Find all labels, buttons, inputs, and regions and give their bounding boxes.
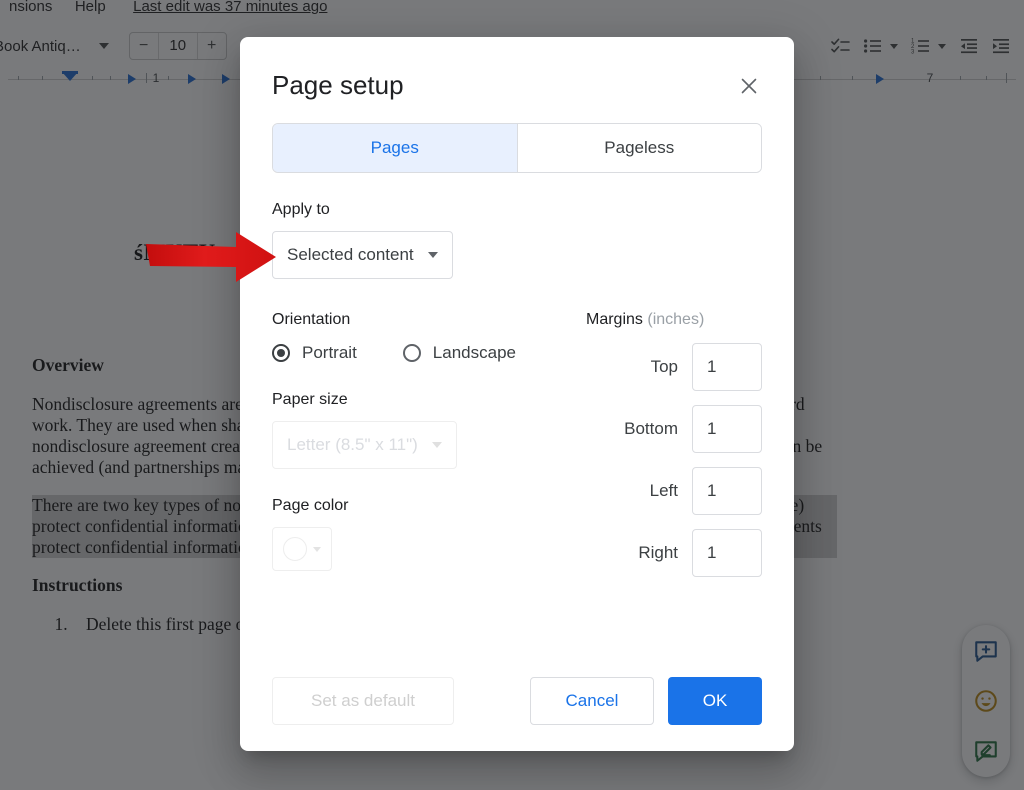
settings-columns: Orientation Portrait Landscape Paper siz…	[272, 283, 762, 577]
set-as-default-button: Set as default	[272, 677, 454, 725]
orientation-radio-group: Portrait Landscape	[272, 343, 572, 363]
radio-landscape-indicator[interactable]	[402, 344, 421, 362]
tab-pages[interactable]: Pages	[273, 124, 518, 172]
layout-mode-tabs: Pages Pageless	[272, 123, 762, 173]
margins-title-text: Margins	[586, 311, 643, 328]
paper-size-label: Paper size	[272, 391, 348, 408]
margin-left-label: Left	[649, 481, 678, 500]
margin-row-bottom: Bottom 1	[586, 405, 762, 453]
margins-title: Margins (inches)	[586, 311, 762, 329]
orientation-label: Orientation	[272, 311, 351, 328]
margins-column: Margins (inches) Top 1 Bottom 1 Left 1 R…	[572, 283, 762, 577]
radio-portrait-label: Portrait	[302, 343, 357, 362]
apply-to-dropdown[interactable]: Selected content	[272, 231, 453, 279]
radio-portrait-indicator[interactable]	[272, 344, 290, 362]
apply-to-value: Selected content	[287, 245, 414, 264]
margin-left-input[interactable]: 1	[692, 467, 762, 515]
margin-row-right: Right 1	[586, 529, 762, 577]
close-icon[interactable]	[736, 73, 762, 99]
page-setup-dialog: Page setup Pages Pageless Apply to Selec…	[240, 37, 794, 751]
chevron-down-icon	[313, 546, 321, 552]
radio-landscape-label: Landscape	[432, 343, 516, 362]
margin-row-left: Left 1	[586, 467, 762, 515]
tab-pageless[interactable]: Pageless	[517, 124, 761, 172]
ok-button[interactable]: OK	[668, 677, 762, 725]
page-color-picker	[272, 527, 332, 571]
color-swatch-circle	[283, 537, 307, 561]
margin-right-label: Right	[638, 543, 678, 562]
dialog-title: Page setup	[272, 70, 404, 100]
footer-actions: Cancel OK	[530, 677, 762, 725]
screen: nsions Help Last edit was 37 minutes ago…	[0, 0, 1024, 790]
margin-top-input[interactable]: 1	[692, 343, 762, 391]
margin-row-top: Top 1	[586, 343, 762, 391]
dialog-body: Pages Pageless Apply to Selected content…	[240, 123, 794, 577]
apply-to-label: Apply to	[272, 201, 330, 218]
margin-bottom-label: Bottom	[624, 419, 678, 438]
cancel-button[interactable]: Cancel	[530, 677, 654, 725]
margin-right-input[interactable]: 1	[692, 529, 762, 577]
margins-unit-text: (inches)	[647, 311, 705, 328]
chevron-down-icon	[427, 252, 438, 258]
radio-portrait[interactable]: Portrait	[272, 343, 357, 363]
dialog-header: Page setup	[240, 37, 794, 101]
left-settings-column: Orientation Portrait Landscape Paper siz…	[272, 283, 572, 577]
margin-top-label: Top	[650, 357, 678, 376]
paper-size-dropdown: Letter (8.5" x 11")	[272, 421, 457, 469]
paper-size-value: Letter (8.5" x 11")	[287, 435, 418, 454]
page-color-label: Page color	[272, 497, 349, 514]
margin-bottom-input[interactable]: 1	[692, 405, 762, 453]
dialog-footer: Set as default Cancel OK	[240, 651, 794, 751]
radio-landscape[interactable]: Landscape	[402, 343, 516, 363]
chevron-down-icon	[431, 442, 442, 448]
